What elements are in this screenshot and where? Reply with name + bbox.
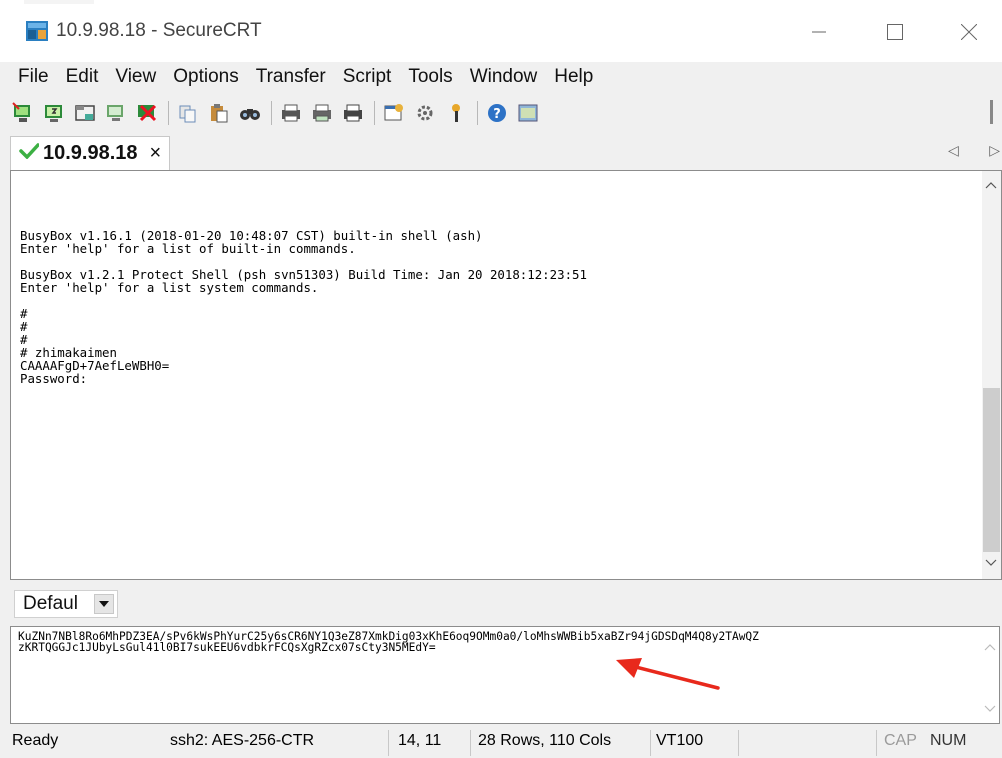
dropdown-arrow-icon[interactable] xyxy=(94,594,114,614)
menu-edit[interactable]: Edit xyxy=(58,66,108,88)
reconnect-icon[interactable] xyxy=(103,100,129,126)
status-divider xyxy=(388,730,389,756)
terminal-line: Enter 'help' for a list of built-in comm… xyxy=(20,241,356,256)
window-top-edge xyxy=(0,0,1002,8)
session-tab[interactable]: 10.9.98.18 × xyxy=(10,136,170,170)
window-title: 10.9.98.18 - SecureCRT xyxy=(56,20,262,41)
menu-tools[interactable]: Tools xyxy=(400,66,461,88)
command-window-text: KuZNn7NBl8Ro6MhPDZ3EA/sPv6kWsPhYurC25y6s… xyxy=(18,631,978,653)
status-cursor-position: 14, 11 xyxy=(398,732,442,749)
print-setup-icon[interactable] xyxy=(278,100,304,126)
scroll-down-arrow-icon[interactable] xyxy=(984,556,998,570)
menu-bar: File Edit View Options Transfer Script T… xyxy=(10,62,1002,92)
print-icon[interactable] xyxy=(340,100,366,126)
log-session-icon[interactable] xyxy=(515,100,541,126)
toolbar-edge xyxy=(990,100,993,124)
command-scroll-down-icon[interactable] xyxy=(984,702,996,716)
menu-view[interactable]: View xyxy=(107,66,165,88)
red-annotation-arrow-icon xyxy=(616,658,720,690)
close-window-button[interactable] xyxy=(946,14,992,50)
top-edge-mark xyxy=(24,0,94,4)
status-divider xyxy=(738,730,739,756)
global-options-icon[interactable] xyxy=(412,100,438,126)
menu-transfer[interactable]: Transfer xyxy=(248,66,335,88)
connect-in-tab-icon[interactable] xyxy=(72,100,98,126)
command-line: zKRTQGGJc1JUbyLsGul41l0BI7sukEEU6vdbkrFC… xyxy=(18,641,436,654)
connect-icon[interactable] xyxy=(10,100,36,126)
find-icon[interactable] xyxy=(237,100,263,126)
status-dimensions: 28 Rows, 110 Cols xyxy=(478,732,612,749)
paste-icon[interactable] xyxy=(206,100,232,126)
svg-text:?: ? xyxy=(493,107,501,122)
status-divider xyxy=(876,730,877,756)
menu-options[interactable]: Options xyxy=(165,66,247,88)
connected-check-icon xyxy=(19,143,40,164)
terminal-line: CAAAAFgD+7AefLeWBH0= xyxy=(20,358,170,373)
tab-label: 10.9.98.18 xyxy=(43,142,138,164)
toolbar-separator xyxy=(168,101,169,125)
status-ready: Ready xyxy=(12,732,59,749)
disconnect-icon[interactable] xyxy=(134,100,160,126)
print-selection-icon[interactable] xyxy=(309,100,335,126)
status-terminal-type: VT100 xyxy=(656,732,704,749)
status-caps-lock: CAP xyxy=(884,732,917,749)
tab-close-icon[interactable]: × xyxy=(150,142,162,165)
terminal-line: Password: xyxy=(20,371,88,386)
terminal-line: # xyxy=(20,332,28,347)
terminal-scrollbar-thumb[interactable] xyxy=(983,388,1000,552)
help-icon[interactable]: ? xyxy=(484,100,510,126)
status-divider xyxy=(650,730,651,756)
status-num-lock: NUM xyxy=(930,732,967,749)
menu-script[interactable]: Script xyxy=(335,66,401,88)
command-scroll-up-icon[interactable] xyxy=(984,640,996,654)
status-divider xyxy=(470,730,471,756)
toolbar-separator xyxy=(374,101,375,125)
tab-scroll-arrows: ◁ ▷ xyxy=(948,142,1000,164)
toolbar-separator xyxy=(271,101,272,125)
terminal-line: # xyxy=(20,306,28,321)
maximize-button[interactable] xyxy=(872,14,918,50)
toolbar-separator xyxy=(477,101,478,125)
copy-icon[interactable] xyxy=(175,100,201,126)
terminal-line: # xyxy=(20,319,28,334)
dropdown-value: Defaul xyxy=(23,593,78,614)
keymap-icon[interactable] xyxy=(443,100,469,126)
securecrt-app-icon xyxy=(26,21,48,41)
menu-file[interactable]: File xyxy=(10,66,58,88)
terminal-output: BusyBox v1.16.1 (2018-01-20 10:48:07 CST… xyxy=(20,229,980,385)
minimize-button[interactable] xyxy=(796,14,842,50)
menu-help[interactable]: Help xyxy=(546,66,602,88)
toolbar: ? xyxy=(10,94,1002,132)
tab-scroll-right-icon[interactable]: ▷ xyxy=(989,142,1000,164)
scroll-up-arrow-icon[interactable] xyxy=(984,178,998,192)
tab-scroll-left-icon[interactable]: ◁ xyxy=(948,142,959,164)
menu-window[interactable]: Window xyxy=(462,66,547,88)
quick-connect-icon[interactable] xyxy=(41,100,67,126)
terminal-line: Enter 'help' for a list system commands. xyxy=(20,280,319,295)
session-options-icon[interactable] xyxy=(381,100,407,126)
status-encryption: ssh2: AES-256-CTR xyxy=(170,732,315,749)
